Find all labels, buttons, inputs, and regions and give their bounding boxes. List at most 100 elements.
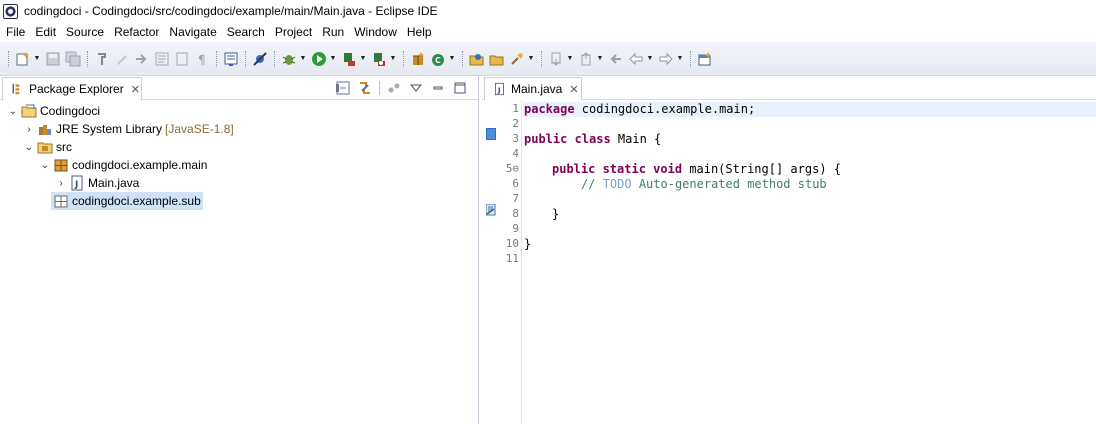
coverage-dropdown-icon[interactable]: ▼ xyxy=(359,50,367,68)
menu-window[interactable]: Window xyxy=(354,25,397,39)
menu-edit[interactable]: Edit xyxy=(35,25,56,39)
chevron-right-icon[interactable]: › xyxy=(23,123,35,135)
package-tree: ⌄ Codingdoci › JRE System Library [JavaS… xyxy=(0,102,478,210)
skip-breakpoints-icon[interactable] xyxy=(251,50,269,68)
menu-project[interactable]: Project xyxy=(275,25,312,39)
java-file-icon: J xyxy=(491,81,507,97)
view-menu-icon[interactable] xyxy=(408,80,424,96)
run-dropdown-icon[interactable]: ▼ xyxy=(329,50,337,68)
code-text: } xyxy=(524,237,532,251)
chevron-down-icon[interactable]: ⌄ xyxy=(7,105,19,117)
menu-navigate[interactable]: Navigate xyxy=(169,25,216,39)
back-dropdown-icon[interactable]: ▼ xyxy=(646,50,654,68)
tab-package-explorer[interactable]: Package Explorer ✕ xyxy=(2,77,142,100)
code-text: main(String[] args) { xyxy=(682,162,841,176)
focus-active-task-icon[interactable] xyxy=(386,80,402,96)
new-java-class-icon[interactable]: C xyxy=(429,50,447,68)
external-tools-icon[interactable] xyxy=(370,50,388,68)
code-line-10: } xyxy=(524,237,531,252)
package-explorer-view: Package Explorer ✕ ⌄ Codingdoci › JRE Sy… xyxy=(0,76,479,424)
window-title: codingdoci - Codingdoci/src/codingdoci/e… xyxy=(24,4,438,18)
tab-package-explorer-label: Package Explorer xyxy=(29,82,124,96)
forward-dropdown-icon[interactable]: ▼ xyxy=(676,50,684,68)
open-task-icon[interactable] xyxy=(488,50,506,68)
toolbar-separator xyxy=(403,50,404,67)
save-icon[interactable] xyxy=(44,50,62,68)
toolbar-separator xyxy=(216,50,217,67)
menubar: File Edit Source Refactor Navigate Searc… xyxy=(0,22,1096,42)
show-whitespace-icon[interactable] xyxy=(173,50,191,68)
open-perspective-icon[interactable] xyxy=(696,50,714,68)
block-selection-icon[interactable] xyxy=(153,50,171,68)
link-with-editor-icon[interactable] xyxy=(357,80,373,96)
keyword: package xyxy=(524,102,575,116)
comment: // xyxy=(581,177,603,191)
menu-run[interactable]: Run xyxy=(322,25,344,39)
editor-tabbar: J Main.java ✕ xyxy=(482,76,1096,100)
line-number: 10 xyxy=(505,237,519,250)
last-edit-location-icon[interactable] xyxy=(607,50,625,68)
new-icon[interactable] xyxy=(14,50,32,68)
open-type-icon[interactable] xyxy=(468,50,486,68)
debug-dropdown-icon[interactable]: ▼ xyxy=(299,50,307,68)
chevron-right-icon[interactable]: › xyxy=(55,177,67,189)
new-class-dropdown-icon[interactable]: ▼ xyxy=(448,50,456,68)
override-marker-icon[interactable] xyxy=(485,203,496,216)
pen-icon[interactable] xyxy=(113,50,131,68)
annotation-ruler[interactable] xyxy=(482,100,497,424)
tree-label-src: src xyxy=(56,140,72,154)
keyword: public class xyxy=(524,132,611,146)
tree-item-package-main[interactable]: ⌄ codingdoci.example.main xyxy=(0,156,478,174)
line-number: 4 xyxy=(512,147,519,160)
new-dropdown-icon[interactable]: ▼ xyxy=(33,50,41,68)
external-tools-dropdown-icon[interactable]: ▼ xyxy=(389,50,397,68)
pilcrow-icon[interactable]: ¶ xyxy=(193,50,211,68)
tree-item-jre[interactable]: › JRE System Library [JavaSE-1.8] xyxy=(0,120,478,138)
menu-refactor[interactable]: Refactor xyxy=(114,25,159,39)
package-explorer-tabbar: Package Explorer ✕ xyxy=(0,76,478,100)
close-icon[interactable]: ✕ xyxy=(569,83,578,96)
new-java-package-icon[interactable] xyxy=(409,50,427,68)
forward-icon[interactable] xyxy=(657,50,675,68)
save-all-icon[interactable] xyxy=(64,50,82,68)
line-number: 8 xyxy=(512,207,519,220)
menu-file[interactable]: File xyxy=(6,25,25,39)
tree-label-main-java: Main.java xyxy=(88,176,140,190)
chevron-down-icon[interactable]: ⌄ xyxy=(39,159,51,171)
back-icon[interactable] xyxy=(627,50,645,68)
coverage-icon[interactable] xyxy=(340,50,358,68)
next-edit-dropdown-icon[interactable]: ▼ xyxy=(566,50,574,68)
menu-source[interactable]: Source xyxy=(66,25,104,39)
prev-edit-dropdown-icon[interactable]: ▼ xyxy=(596,50,604,68)
line-number[interactable]: 5⊖ xyxy=(497,162,519,175)
svg-text:J: J xyxy=(74,180,78,190)
next-edit-icon[interactable] xyxy=(547,50,565,68)
package-explorer-icon xyxy=(9,81,25,97)
tree-item-src[interactable]: ⌄ src xyxy=(0,138,478,156)
collapse-all-icon[interactable] xyxy=(335,80,351,96)
menu-help[interactable]: Help xyxy=(407,25,432,39)
console-icon[interactable] xyxy=(222,50,240,68)
toolbar-separator xyxy=(462,50,463,67)
tree-decor-jre-version: [JavaSE-1.8] xyxy=(165,122,234,136)
debug-icon[interactable] xyxy=(280,50,298,68)
close-icon[interactable]: ✕ xyxy=(131,83,140,96)
tab-main-java[interactable]: J Main.java ✕ xyxy=(484,77,582,100)
chevron-down-icon[interactable]: ⌄ xyxy=(23,141,35,153)
toggle-mark-icon[interactable] xyxy=(93,50,111,68)
search-dropdown-icon[interactable]: ▼ xyxy=(527,50,535,68)
svg-text:C: C xyxy=(435,56,441,65)
search-icon[interactable] xyxy=(508,50,526,68)
tree-item-project[interactable]: ⌄ Codingdoci xyxy=(0,102,478,120)
run-icon[interactable] xyxy=(310,50,328,68)
maximize-icon[interactable] xyxy=(452,80,468,96)
tab-main-java-label: Main.java xyxy=(511,82,563,96)
next-annotation-icon[interactable] xyxy=(133,50,151,68)
code-line-6: // TODO Auto-generated method stub xyxy=(524,177,827,192)
minimize-icon[interactable] xyxy=(430,80,446,96)
tree-item-package-sub[interactable]: codingdoci.example.sub xyxy=(0,192,478,210)
code-text: } xyxy=(552,207,560,221)
prev-edit-icon[interactable] xyxy=(577,50,595,68)
menu-search[interactable]: Search xyxy=(227,25,265,39)
tree-item-main-java[interactable]: › J Main.java xyxy=(0,174,478,192)
